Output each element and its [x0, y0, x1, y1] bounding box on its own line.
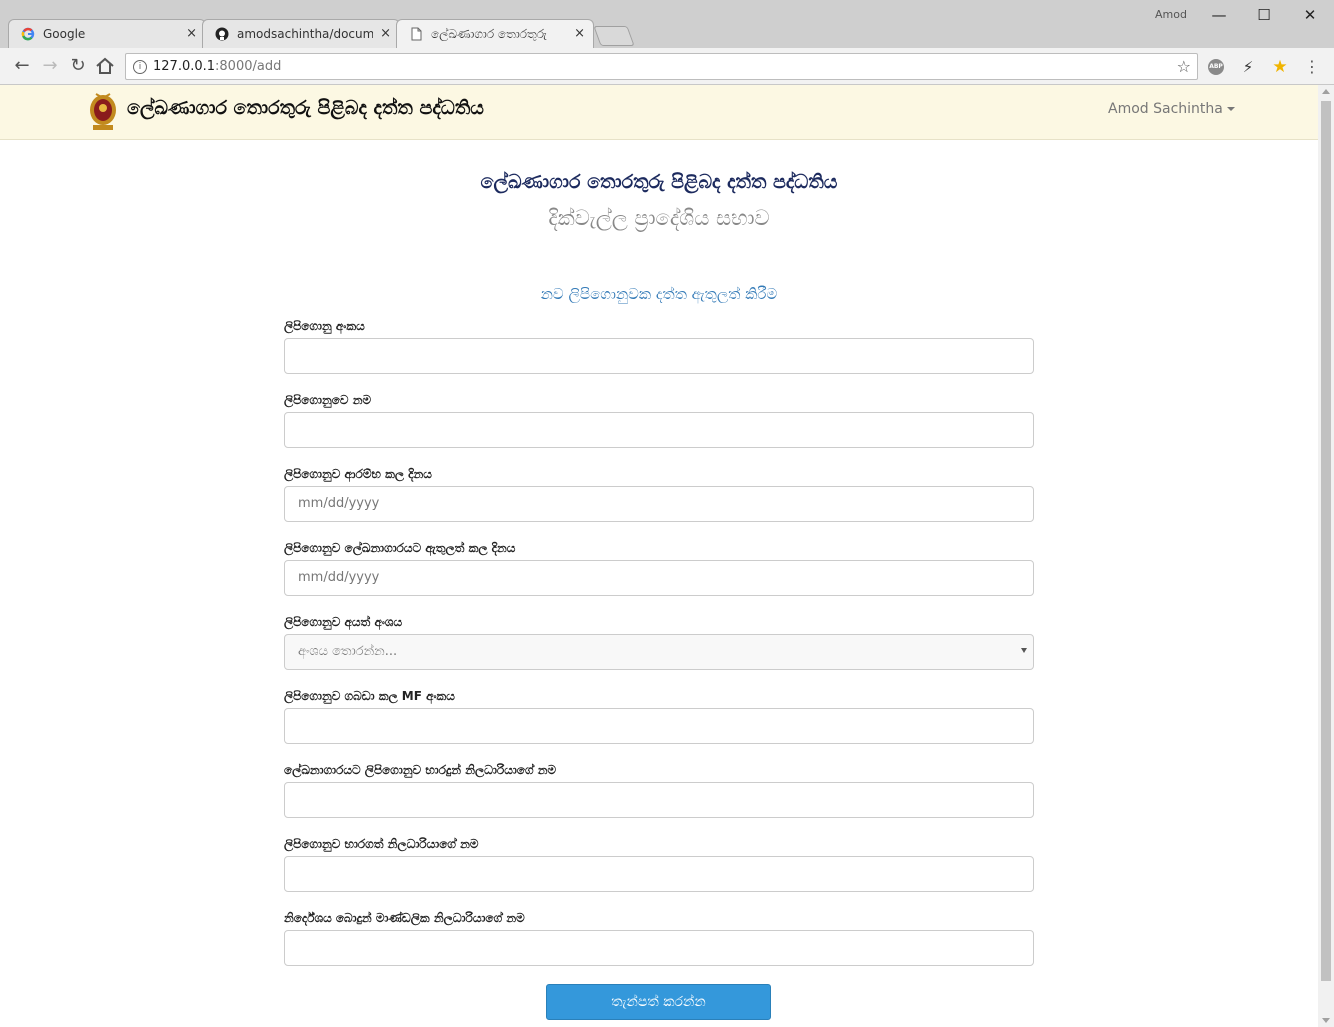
- user-name: Amod Sachintha: [1108, 101, 1223, 117]
- file-number-input[interactable]: [284, 338, 1034, 374]
- file-name-input[interactable]: [284, 412, 1034, 448]
- menu-icon[interactable]: ⋮: [1302, 57, 1322, 77]
- file-name-label: ලිපිගොනුවෙ නම: [284, 393, 372, 407]
- dropdown-arrow-icon: [1021, 648, 1027, 653]
- scroll-up-icon[interactable]: [1322, 89, 1330, 94]
- department-select[interactable]: අංශය තොරන්න...: [284, 634, 1034, 670]
- department-group: ලිපිගොනුව අයත් අංශය අංශය තොරන්න...: [284, 614, 1034, 670]
- archive-date-label: ලිපිගොනුව ලේඛනාගාරයට ඇතුලත් කල දිනය: [284, 541, 516, 555]
- forward-icon[interactable]: →: [38, 54, 62, 78]
- scrollbar-thumb[interactable]: [1321, 101, 1331, 981]
- file-number-group: ලිපිගොනු අංකය: [284, 318, 1034, 374]
- tab-github-title: amodsachintha/documen: [237, 27, 373, 41]
- profile-name[interactable]: Amod: [1155, 8, 1187, 21]
- submit-button[interactable]: තැන්පත් කරන්න: [546, 984, 771, 1020]
- tab-google-title: Google: [43, 27, 86, 41]
- maximize-button[interactable]: ☐: [1249, 4, 1279, 26]
- form-title: නව ලිපිගොනුවක දත්ත ඇතුලත් කිරීම: [540, 285, 778, 303]
- home-icon[interactable]: [95, 57, 115, 75]
- brand-title[interactable]: ලේඛණාගාර තොරතුරු පිළිබද දත්ත පද්ධතිය: [127, 97, 484, 119]
- browser-titlebar: Google × amodsachintha/documen × ලේඛණාගා…: [0, 0, 1334, 48]
- caret-down-icon: [1226, 107, 1235, 111]
- department-select-value: අංශය තොරන්න...: [298, 644, 398, 659]
- minimize-button[interactable]: —: [1204, 4, 1234, 26]
- reload-icon[interactable]: ↻: [66, 54, 90, 78]
- scroll-down-icon[interactable]: [1322, 1018, 1330, 1023]
- mf-number-group: ලිපිගොනුව ගබඩා කල MF අංකය: [284, 688, 1034, 744]
- recommending-officer-group: නිර්දේශය බොදුන් මාණ්ඩලික නිලධාරියාගේ නම: [284, 910, 1034, 966]
- close-window-button[interactable]: ✕: [1295, 4, 1325, 26]
- address-bar[interactable]: i 127.0.0.1:8000/add ☆: [125, 53, 1198, 80]
- adblock-icon[interactable]: ABP: [1208, 59, 1224, 75]
- file-name-group: ලිපිගොනුවෙ නම: [284, 392, 1034, 448]
- recommending-officer-label: නිර්දේශය බොදුන් මාණ්ඩලික නිලධාරියාගේ නම: [284, 911, 525, 925]
- mf-number-label: ලිපිගොනුව ගබඩා කල MF අංකය: [284, 689, 455, 703]
- tab-google[interactable]: Google ×: [8, 19, 206, 48]
- bookmark-star-icon[interactable]: ☆: [1177, 54, 1191, 79]
- page-viewport: ලේඛණාගාර තොරතුරු පිළිබද දත්ත පද්ධතිය Amo…: [0, 85, 1318, 1027]
- page-scrollbar[interactable]: [1318, 85, 1334, 1027]
- lightning-extension-icon[interactable]: ⚡: [1238, 57, 1258, 77]
- receiving-officer-input[interactable]: [284, 856, 1034, 892]
- page-icon: [411, 27, 422, 41]
- mf-number-input[interactable]: [284, 708, 1034, 744]
- tab-active-title: ලේඛණාගාර තොරතුරු: [431, 27, 547, 41]
- close-icon[interactable]: ×: [186, 20, 197, 48]
- tab-active-page[interactable]: ලේඛණාගාර තොරතුරු ×: [396, 19, 594, 48]
- department-label: ලිපිගොනුව අයත් අංශය: [284, 615, 403, 629]
- google-icon: [21, 27, 35, 41]
- start-date-label: ලිපිගොනුව ආරම්භ කල දිනය: [284, 467, 432, 481]
- file-number-label: ලිපිගොනු අංකය: [284, 319, 365, 333]
- close-icon[interactable]: ×: [380, 20, 391, 48]
- url-text[interactable]: 127.0.0.1:8000/add: [153, 54, 281, 79]
- url-host: 127.0.0.1: [153, 59, 216, 74]
- close-icon[interactable]: ×: [574, 20, 585, 48]
- browser-toolbar: ← → ↻ i 127.0.0.1:8000/add ☆ ABP ⚡ ★ ⋮: [0, 48, 1334, 85]
- start-date-group: ලිපිගොනුව ආරම්භ කල දිනය mm/dd/yyyy: [284, 466, 1034, 522]
- start-date-input[interactable]: mm/dd/yyyy: [284, 486, 1034, 522]
- page-subtitle: දික්වැල්ල ප්‍රාදේශිය සභාව: [548, 206, 770, 230]
- handover-officer-input[interactable]: [284, 782, 1034, 818]
- back-icon[interactable]: ←: [10, 54, 34, 78]
- archive-date-group: ලිපිගොනුව ලේඛනාගාරයට ඇතුලත් කල දිනය mm/d…: [284, 540, 1034, 596]
- receiving-officer-label: ලිපිගොනුව භාරගත් නිලධාරියාගේ නම: [284, 837, 479, 851]
- site-navbar: ලේඛණාගාර තොරතුරු පිළිබද දත්ත පද්ධතිය Amo…: [0, 85, 1318, 140]
- new-tab-button[interactable]: [593, 26, 635, 46]
- tab-github[interactable]: amodsachintha/documen ×: [202, 19, 400, 48]
- user-menu[interactable]: Amod Sachintha: [1108, 101, 1235, 117]
- handover-officer-label: ලේඛනාගාරයට ලිපිගොනුව භාරදුන් නිලධාරියාගේ…: [284, 763, 557, 777]
- recommending-officer-input[interactable]: [284, 930, 1034, 966]
- emblem-logo[interactable]: [88, 92, 118, 132]
- handover-officer-group: ලේඛනාගාරයට ලිපිගොනුව භාරදුන් නිලධාරියාගේ…: [284, 762, 1034, 818]
- page-title: ලේඛණාගාර තොරතුරු පිළිබද දත්ත පද්ධතිය: [480, 171, 838, 193]
- info-icon[interactable]: i: [133, 60, 147, 74]
- github-icon: [215, 27, 229, 41]
- archive-date-input[interactable]: mm/dd/yyyy: [284, 560, 1034, 596]
- receiving-officer-group: ලිපිගොනුව භාරගත් නිලධාරියාගේ නම: [284, 836, 1034, 892]
- url-path: :8000/add: [215, 59, 282, 74]
- star-extension-icon[interactable]: ★: [1270, 57, 1290, 77]
